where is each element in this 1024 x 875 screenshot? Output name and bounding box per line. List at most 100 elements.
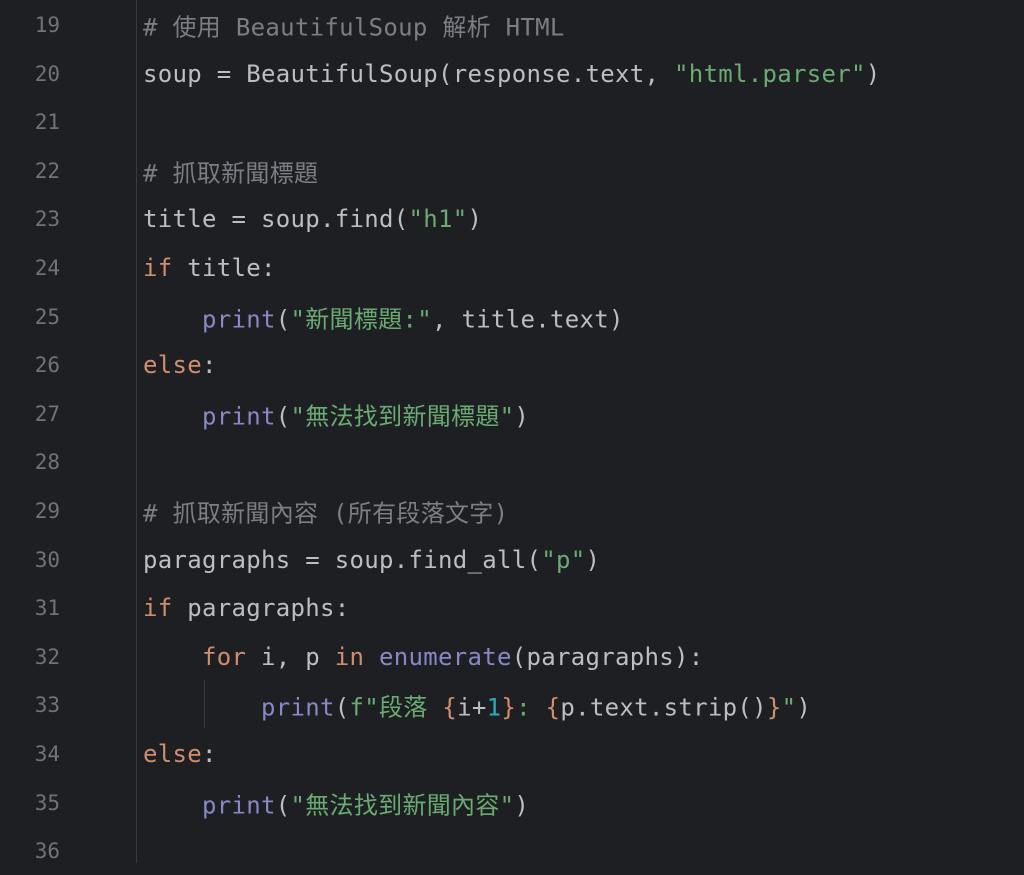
code-token-keyword: if <box>143 594 173 623</box>
code-token-keyword: else <box>143 351 202 380</box>
code-token-default: paragraphs = soup.find_all( <box>143 545 542 574</box>
code-token-builtin: enumerate <box>379 642 512 671</box>
line-number: 28 <box>34 450 60 475</box>
code-token-default: ) <box>467 205 483 234</box>
code-token-keyword: for <box>202 642 247 671</box>
code-text[interactable]: print("新聞標題:", title.text) <box>143 299 624 334</box>
code-token-string: "新聞標題:" <box>290 305 432 334</box>
line-number: 21 <box>34 110 60 135</box>
line-number: 24 <box>34 255 60 280</box>
code-token-default: ( <box>275 791 291 820</box>
code-token-comment: # 使用 BeautifulSoup 解析 HTML <box>143 13 565 42</box>
code-text[interactable]: # 抓取新聞內容 (所有段落文字) <box>143 493 508 528</box>
code-line[interactable]: 25 print("新聞標題:", title.text) <box>0 292 1024 341</box>
code-line[interactable]: 31 if paragraphs: <box>0 584 1024 633</box>
code-token-default: p.text.strip() <box>560 693 767 722</box>
code-text[interactable]: else: <box>143 740 217 768</box>
code-token-default <box>143 402 202 430</box>
code-line[interactable]: 24 if title: <box>0 244 1024 293</box>
code-token-builtin: print <box>202 305 276 334</box>
code-token-default: ) <box>514 791 530 820</box>
code-text[interactable]: # 使用 BeautifulSoup 解析 HTML <box>143 7 565 42</box>
line-number: 19 <box>34 12 60 37</box>
code-token-default: ) <box>514 402 530 431</box>
code-line[interactable]: 30 paragraphs = soup.find_all("p") <box>0 535 1024 584</box>
code-token-default: ( <box>275 402 291 431</box>
code-token-number: 1 <box>486 693 502 722</box>
code-line[interactable]: 28 <box>0 438 1024 487</box>
code-line[interactable]: 36 <box>0 827 1024 875</box>
code-line[interactable]: 33 print(f"段落 {i+1}: {p.text.strip()}") <box>0 681 1024 730</box>
code-text[interactable]: print(f"段落 {i+1}: {p.text.strip()}") <box>143 688 811 723</box>
code-token-builtin: print <box>261 693 335 722</box>
code-token-default: ) <box>585 545 601 574</box>
code-line[interactable]: 32 for i, p in enumerate(paragraphs): <box>0 633 1024 682</box>
code-line[interactable]: 26 else: <box>0 341 1024 390</box>
code-text[interactable]: for i, p in enumerate(paragraphs): <box>143 643 704 671</box>
code-text[interactable]: print("無法找到新聞內容") <box>143 785 529 820</box>
code-text[interactable]: if paragraphs: <box>143 594 350 622</box>
code-token-default: title: <box>172 253 276 282</box>
code-token-string: "無法找到新聞內容" <box>290 791 515 820</box>
code-token-default: ( <box>275 305 291 334</box>
code-token-string: f"段落 <box>349 693 443 722</box>
code-token-string: "p" <box>541 545 586 574</box>
code-token-default: ) <box>796 693 812 722</box>
code-line[interactable]: 29 # 抓取新聞內容 (所有段落文字) <box>0 487 1024 536</box>
code-token-string: "h1" <box>408 205 468 234</box>
line-number: 34 <box>34 741 60 766</box>
code-token-builtin: print <box>202 791 276 820</box>
line-number: 31 <box>34 596 60 621</box>
code-text[interactable]: print("無法找到新聞標題") <box>143 396 529 431</box>
code-token-string: "無法找到新聞標題" <box>290 402 515 431</box>
code-text[interactable]: title = soup.find("h1") <box>143 205 482 233</box>
line-number: 20 <box>34 61 60 86</box>
code-text[interactable]: soup = BeautifulSoup(response.text, "htm… <box>143 60 880 88</box>
line-number: 27 <box>34 401 60 426</box>
code-token-default: : <box>202 351 217 380</box>
code-line[interactable]: 35 print("無法找到新聞內容") <box>0 778 1024 827</box>
code-token-brace: } <box>501 693 517 722</box>
code-token-default <box>143 643 202 671</box>
code-token-default <box>364 643 379 671</box>
code-token-default: : <box>202 739 217 768</box>
code-token-default: title = soup.find( <box>143 205 409 234</box>
code-line[interactable]: 22 # 抓取新聞標題 <box>0 147 1024 196</box>
code-token-default: paragraphs: <box>172 594 350 623</box>
line-number: 25 <box>34 304 60 329</box>
line-number: 36 <box>34 839 60 864</box>
code-token-builtin: print <box>202 402 276 431</box>
code-line[interactable]: 27 print("無法找到新聞標題") <box>0 390 1024 439</box>
line-number: 26 <box>34 353 60 378</box>
code-token-keyword: in <box>334 642 365 671</box>
code-token-string: " <box>781 693 797 722</box>
code-token-default: soup = BeautifulSoup(response.text, <box>143 59 674 88</box>
code-token-default: i, p <box>246 642 335 671</box>
code-token-brace: } <box>766 693 782 722</box>
line-number: 23 <box>34 207 60 232</box>
code-line[interactable]: 34 else: <box>0 730 1024 779</box>
code-token-default: (paragraphs): <box>511 642 704 671</box>
line-number: 30 <box>34 547 60 572</box>
code-text[interactable]: if title: <box>143 254 276 282</box>
code-token-default <box>143 694 261 722</box>
line-number: 29 <box>34 498 60 523</box>
code-line[interactable]: 20 soup = BeautifulSoup(response.text, "h… <box>0 49 1024 98</box>
code-line[interactable]: 21 <box>0 98 1024 147</box>
code-line[interactable]: 19 # 使用 BeautifulSoup 解析 HTML <box>0 1 1024 50</box>
code-line[interactable]: 23 title = soup.find("h1") <box>0 195 1024 244</box>
code-token-string: "html.parser" <box>673 59 866 88</box>
code-text[interactable]: else: <box>143 351 217 379</box>
code-token-default <box>143 305 202 333</box>
line-number: 32 <box>34 644 60 669</box>
line-number: 33 <box>34 693 60 718</box>
code-token-string: : <box>516 693 546 722</box>
code-token-keyword: if <box>143 253 173 282</box>
code-text[interactable]: paragraphs = soup.find_all("p") <box>143 546 600 574</box>
code-token-comment: # 抓取新聞內容 (所有段落文字) <box>143 499 509 528</box>
code-text[interactable]: # 抓取新聞標題 <box>143 153 318 188</box>
code-editor[interactable]: 19 # 使用 BeautifulSoup 解析 HTML 20 soup = Bea… <box>0 0 1024 863</box>
code-token-default: ( <box>334 693 350 722</box>
code-token-default: i+ <box>457 693 487 722</box>
line-number: 22 <box>34 158 60 183</box>
